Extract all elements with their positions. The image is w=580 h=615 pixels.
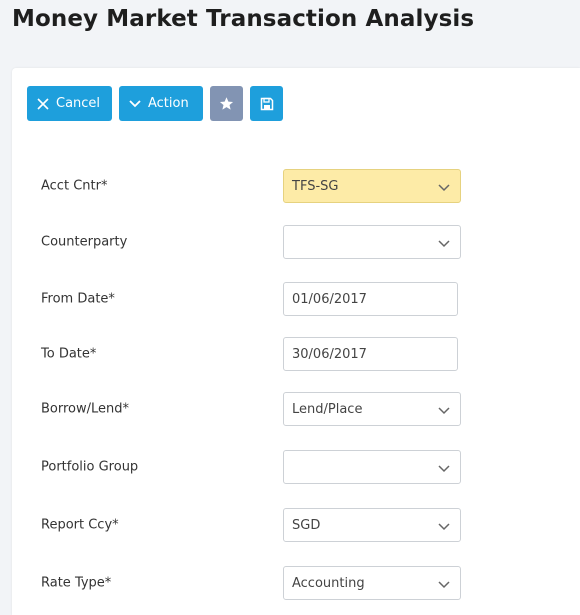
chevron-down-icon [438,520,450,535]
from-date-label: From Date* [41,291,115,307]
report-ccy-label: Report Ccy* [41,517,119,533]
chevron-down-icon [438,578,450,593]
field-acct-cntr: Acct Cntr* TFS-SG [41,169,471,203]
toolbar: Cancel Action [27,86,283,121]
field-portfolio-group: Portfolio Group [41,450,471,484]
close-icon [37,97,49,110]
chevron-down-icon [438,462,450,477]
page-title: Money Market Transaction Analysis [12,6,475,32]
acct-cntr-select[interactable]: TFS-SG [283,169,461,203]
action-button-label: Action [148,96,189,111]
field-borrow-lend: Borrow/Lend* Lend/Place [41,392,471,426]
star-icon [219,96,234,111]
rate-type-label: Rate Type* [41,575,112,591]
borrow-lend-select[interactable]: Lend/Place [283,392,461,426]
chevron-down-icon [129,99,141,108]
from-date-input[interactable]: 01/06/2017 [283,282,458,316]
chevron-down-icon [438,237,450,252]
report-ccy-select[interactable]: SGD [283,508,461,542]
report-ccy-value: SGD [292,517,321,533]
rate-type-value: Accounting [292,575,365,591]
action-button[interactable]: Action [119,86,203,121]
counterparty-select[interactable] [283,225,461,259]
field-from-date: From Date* 01/06/2017 [41,282,471,316]
to-date-value: 30/06/2017 [292,346,367,362]
acct-cntr-label: Acct Cntr* [41,178,108,194]
portfolio-group-select[interactable] [283,450,461,484]
favorite-button[interactable] [210,86,243,121]
to-date-input[interactable]: 30/06/2017 [283,337,458,371]
rate-type-select[interactable]: Accounting [283,566,461,600]
form-panel: Cancel Action Acct Cntr* TFS-SG Counterp… [12,68,580,615]
field-to-date: To Date* 30/06/2017 [41,337,471,371]
cancel-button[interactable]: Cancel [27,86,112,121]
to-date-label: To Date* [41,346,97,362]
chevron-down-icon [438,181,450,196]
cancel-button-label: Cancel [56,96,101,111]
acct-cntr-value: TFS-SG [292,178,339,194]
portfolio-group-label: Portfolio Group [41,459,139,475]
field-counterparty: Counterparty [41,225,471,259]
borrow-lend-label: Borrow/Lend* [41,401,130,417]
save-button[interactable] [250,86,283,121]
chevron-down-icon [438,404,450,419]
from-date-value: 01/06/2017 [292,291,367,307]
save-icon [260,97,274,111]
borrow-lend-value: Lend/Place [292,401,363,417]
field-report-ccy: Report Ccy* SGD [41,508,471,542]
field-rate-type: Rate Type* Accounting [41,566,471,600]
counterparty-label: Counterparty [41,234,128,250]
